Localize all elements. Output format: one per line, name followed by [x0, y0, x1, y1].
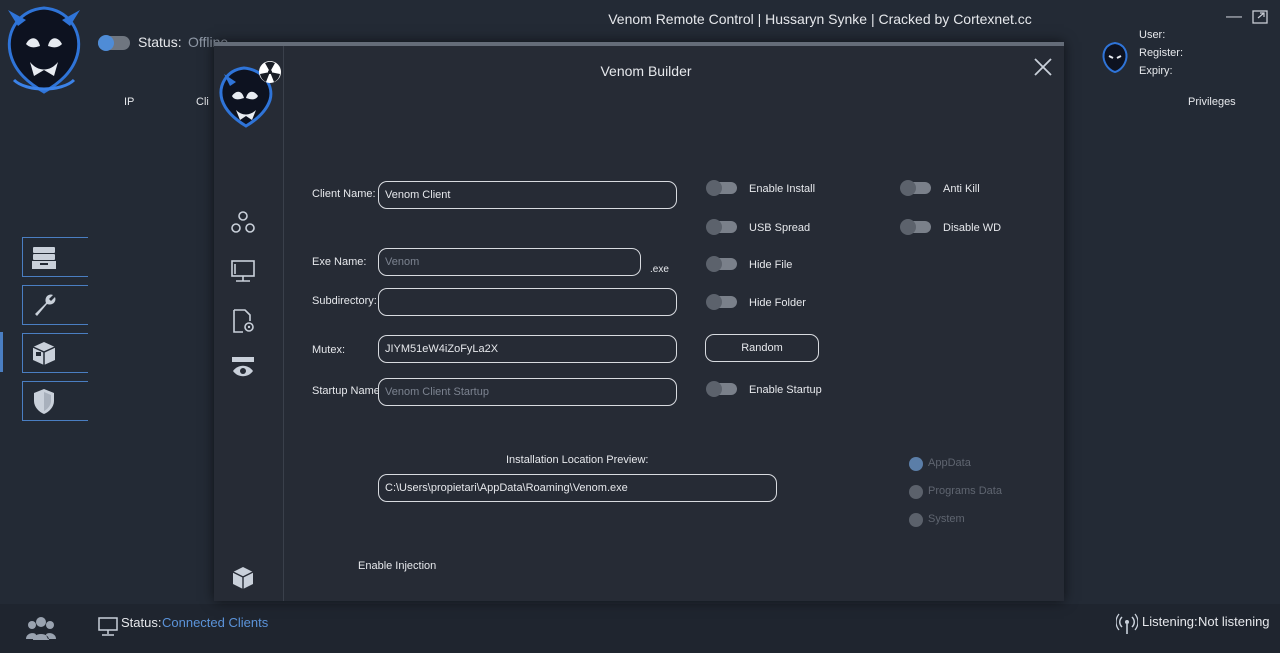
subdirectory-input[interactable] [378, 288, 677, 316]
usb-spread-toggle[interactable] [706, 219, 737, 235]
client-name-label: Client Name: [312, 188, 376, 200]
user-avatar [1102, 41, 1128, 74]
enable-install-label: Enable Install [749, 183, 816, 195]
mutex-label: Mutex: [312, 344, 346, 356]
hide-file-label: Hide File [749, 259, 793, 271]
builder-title: Venom Builder [600, 63, 692, 79]
enable-startup-label: Enable Startup [749, 384, 822, 396]
network-icon[interactable] [230, 209, 256, 235]
hide-folder-toggle[interactable] [706, 294, 737, 310]
bottom-status-value: Connected Clients [162, 615, 269, 630]
box-icon[interactable] [230, 564, 256, 590]
startup-name-label: Startup Name: [312, 385, 383, 397]
mutex-input[interactable]: JIYM51eW4iZoFyLa2X [378, 335, 677, 363]
package-icon [32, 342, 56, 365]
disable-wd-label: Disable WD [943, 222, 1002, 234]
minimize-icon[interactable]: — [1224, 8, 1244, 26]
column-client[interactable]: Cli [196, 96, 209, 108]
enable-startup-toggle[interactable] [706, 381, 737, 397]
sidebar-builder-button[interactable] [22, 333, 88, 373]
venom-logo [7, 6, 81, 94]
disable-wd-toggle[interactable] [900, 219, 931, 235]
enable-install-toggle[interactable] [706, 180, 737, 196]
install-preview-field[interactable]: C:\Users\propietari\AppData\Roaming\Veno… [378, 474, 777, 502]
expiry-label: Expiry: [1139, 65, 1173, 77]
wrench-icon [35, 294, 56, 316]
monitor-icon [98, 617, 118, 636]
builder-dialog: Venom Builder Client Name: Venom Client … [214, 42, 1064, 601]
exe-name-label: Exe Name: [312, 256, 367, 268]
register-label: Register: [1139, 47, 1184, 59]
eye-icon[interactable] [230, 354, 256, 380]
listening-value: Not listening [1198, 614, 1270, 629]
radio-appdata-label: AppData [928, 457, 971, 469]
inbox-icon [32, 247, 56, 269]
users-group-icon[interactable] [26, 614, 56, 642]
client-name-input[interactable]: Venom Client [378, 181, 677, 209]
listening-label: Listening: [1142, 614, 1198, 629]
radio-appdata[interactable] [909, 457, 923, 471]
startup-name-input[interactable]: Venom Client Startup [378, 378, 677, 406]
usb-spread-label: USB Spread [749, 222, 811, 234]
user-label: User: [1139, 29, 1166, 41]
hide-file-toggle[interactable] [706, 256, 737, 272]
builder-sidebar [214, 46, 284, 601]
random-button[interactable]: Random [705, 334, 819, 362]
column-privileges[interactable]: Privileges [1188, 96, 1236, 108]
exe-suffix: .exe [650, 264, 669, 275]
enable-injection-label[interactable]: Enable Injection [358, 560, 436, 572]
sidebar-security-button[interactable] [22, 381, 88, 421]
sidebar-clients-button[interactable] [22, 237, 88, 277]
maximize-icon[interactable] [1250, 8, 1270, 26]
exe-name-input[interactable]: Venom [378, 248, 641, 276]
column-ip[interactable]: IP [124, 96, 134, 108]
radio-programs-data-label: Programs Data [928, 485, 1002, 497]
status-label: Status: [138, 34, 182, 50]
monitor-network-icon[interactable] [230, 258, 256, 284]
file-settings-icon[interactable] [230, 308, 256, 334]
sidebar-tools-button[interactable] [22, 285, 88, 325]
install-preview-label: Installation Location Preview: [506, 454, 649, 466]
radio-programs-data[interactable] [909, 485, 923, 499]
radio-system-label: System [928, 513, 965, 525]
antenna-icon [1116, 613, 1138, 634]
sidebar-active-indicator [0, 332, 3, 372]
close-icon[interactable] [1032, 56, 1054, 78]
anti-kill-label: Anti Kill [943, 183, 980, 195]
bottom-status-label: Status: [121, 615, 162, 630]
anti-kill-toggle[interactable] [900, 180, 931, 196]
shield-icon [34, 389, 54, 414]
subdirectory-label: Subdirectory: [312, 295, 377, 307]
hide-folder-label: Hide Folder [749, 297, 806, 309]
status-toggle[interactable] [98, 35, 130, 51]
window-title: Venom Remote Control | Hussaryn Synke | … [608, 11, 1032, 27]
radio-system[interactable] [909, 513, 923, 527]
